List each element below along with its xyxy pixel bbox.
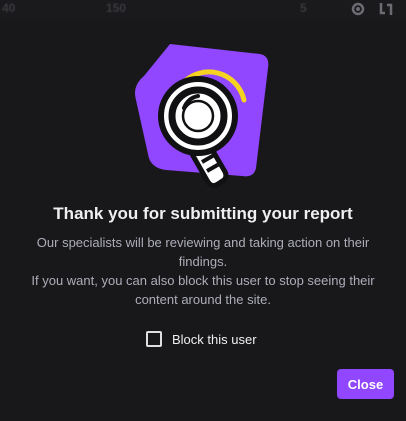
background-stat: 150: [106, 1, 127, 15]
modal-description: Our specialists will be reviewing and ta…: [12, 233, 394, 309]
modal-title: Thank you for submitting your report: [53, 204, 353, 223]
description-line-review: Our specialists will be reviewing and ta…: [36, 235, 370, 269]
background-stream-strip: 40 150 5: [0, 0, 406, 20]
description-line-block: If you want, you can also block this use…: [31, 273, 375, 307]
magnifying-glass-icon: [132, 42, 274, 189]
block-user-checkbox[interactable]: Block this user: [146, 330, 257, 348]
sync-icon[interactable]: [378, 1, 394, 17]
background-stat: 5: [300, 1, 307, 15]
checkbox-box[interactable]: [146, 331, 162, 347]
report-confirmation-modal: Thank you for submitting your report Our…: [0, 20, 406, 421]
gear-icon[interactable]: [350, 1, 366, 17]
close-button[interactable]: Close: [337, 369, 394, 399]
block-user-label[interactable]: Block this user: [172, 332, 257, 347]
background-stat: 40: [2, 1, 16, 15]
